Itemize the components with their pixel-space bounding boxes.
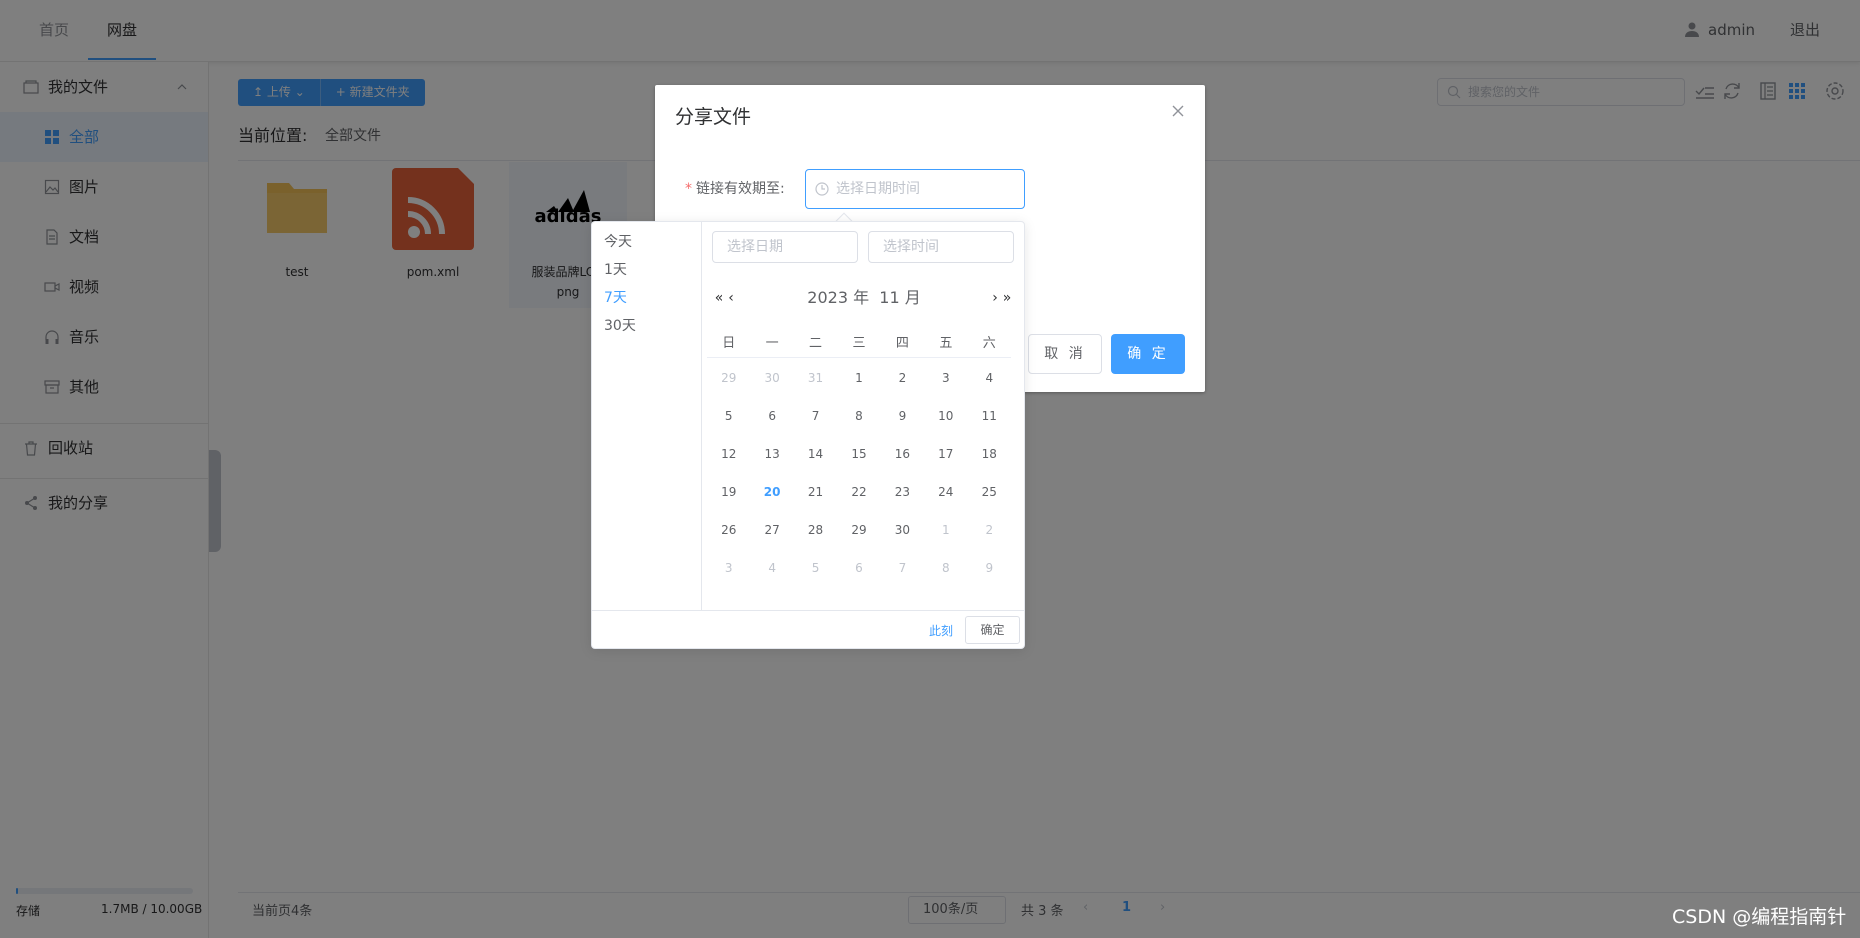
calendar-day[interactable]: 26	[707, 509, 750, 547]
close-icon[interactable]	[1169, 102, 1187, 120]
calendar-day[interactable]: 13	[750, 433, 793, 471]
calendar-day[interactable]: 25	[968, 471, 1011, 509]
picker-date-input[interactable]: 选择日期	[712, 231, 858, 263]
weekday-header: 一	[750, 327, 794, 358]
calendar-day[interactable]: 7	[794, 395, 837, 433]
picker-header: « ‹ 2023 年 11 月 › »	[702, 284, 1026, 312]
datetime-picker-panel: 今天 1天 7天 30天 选择日期 选择时间 « ‹ 2023 年 11 月 ›…	[591, 221, 1025, 649]
shortcut-30-days[interactable]: 30天	[604, 316, 636, 336]
calendar-day[interactable]: 29	[707, 357, 750, 395]
week-row: 26 27 28 29 30 1 2	[707, 509, 1011, 547]
calendar-day[interactable]: 23	[881, 471, 924, 509]
calendar-day[interactable]: 21	[794, 471, 837, 509]
confirm-button[interactable]: 确 定	[1111, 334, 1185, 374]
picker-time-input[interactable]: 选择时间	[868, 231, 1014, 263]
calendar-day[interactable]: 2	[968, 509, 1011, 547]
picker-time-placeholder: 选择时间	[883, 239, 939, 255]
shortcut-1-day[interactable]: 1天	[604, 260, 627, 280]
calendar-day[interactable]: 6	[750, 395, 793, 433]
calendar-day[interactable]: 27	[750, 509, 793, 547]
calendar-day[interactable]: 6	[837, 547, 880, 585]
picker-month-title: 2023 年 11 月	[702, 284, 1026, 312]
weekday-header: 日	[707, 327, 751, 358]
week-row: 12 13 14 15 16 17 18	[707, 433, 1011, 471]
calendar-day[interactable]: 30	[750, 357, 793, 395]
calendar-day[interactable]: 3	[707, 547, 750, 585]
cancel-button[interactable]: 取 消	[1028, 334, 1102, 374]
calendar-day[interactable]: 4	[968, 357, 1011, 395]
clock-icon	[815, 182, 829, 196]
calendar-day[interactable]: 4	[750, 547, 793, 585]
picker-shortcuts: 今天 1天 7天 30天	[592, 222, 702, 610]
weekday-header: 四	[880, 327, 925, 358]
calendar-day[interactable]: 24	[924, 471, 967, 509]
expiry-label-text: 链接有效期至:	[696, 181, 785, 197]
week-row: 29 30 31 1 2 3 4	[707, 357, 1011, 395]
calendar-day[interactable]: 19	[707, 471, 750, 509]
weekday-header: 六	[967, 327, 1011, 358]
calendar-day[interactable]: 15	[837, 433, 880, 471]
picker-confirm-button[interactable]: 确定	[965, 616, 1020, 644]
calendar-day[interactable]: 1	[837, 357, 880, 395]
weekday-header: 五	[924, 327, 968, 358]
date-placeholder: 选择日期时间	[836, 181, 920, 197]
weekday-row: 日 一 二 三 四 五 六	[707, 327, 1011, 358]
weekday-header: 三	[837, 327, 881, 358]
now-button[interactable]: 此刻	[929, 621, 953, 641]
calendar-day[interactable]: 30	[881, 509, 924, 547]
calendar-day-today[interactable]: 20	[750, 471, 793, 509]
week-row: 5 6 7 8 9 10 11	[707, 395, 1011, 433]
calendar-day[interactable]: 29	[837, 509, 880, 547]
shortcut-today[interactable]: 今天	[604, 232, 632, 252]
expiry-datetime-input[interactable]: 选择日期时间	[805, 169, 1025, 209]
calendar-day[interactable]: 31	[794, 357, 837, 395]
calendar-day[interactable]: 17	[924, 433, 967, 471]
calendar-day[interactable]: 5	[794, 547, 837, 585]
calendar-day[interactable]: 7	[881, 547, 924, 585]
calendar-day[interactable]: 1	[924, 509, 967, 547]
expiry-field-label: * 链接有效期至:	[685, 179, 785, 199]
calendar-day[interactable]: 14	[794, 433, 837, 471]
month-label[interactable]: 11 月	[879, 288, 920, 307]
calendar-day[interactable]: 5	[707, 395, 750, 433]
calendar-day[interactable]: 28	[794, 509, 837, 547]
calendar-day[interactable]: 12	[707, 433, 750, 471]
required-asterisk: *	[685, 181, 692, 197]
shortcut-7-days[interactable]: 7天	[604, 288, 627, 308]
calendar-day[interactable]: 9	[881, 395, 924, 433]
calendar-day[interactable]: 9	[968, 547, 1011, 585]
calendar-day[interactable]: 8	[837, 395, 880, 433]
calendar-day[interactable]: 18	[968, 433, 1011, 471]
week-row: 19 20 21 22 23 24 25	[707, 471, 1011, 509]
calendar-day[interactable]: 2	[881, 357, 924, 395]
calendar-day[interactable]: 22	[837, 471, 880, 509]
picker-date-placeholder: 选择日期	[727, 239, 783, 255]
calendar-day[interactable]: 16	[881, 433, 924, 471]
picker-footer: 此刻 确定	[592, 610, 1024, 649]
year-label[interactable]: 2023 年	[807, 288, 869, 307]
watermark: CSDN @编程指南针	[1672, 906, 1847, 928]
calendar-day[interactable]: 10	[924, 395, 967, 433]
dialog-title: 分享文件	[675, 106, 752, 128]
calendar-day[interactable]: 3	[924, 357, 967, 395]
weekday-header: 二	[793, 327, 838, 358]
calendar-grid: 日 一 二 三 四 五 六 29 30 31 1 2 3 4 5 6 7 8 9…	[707, 327, 1011, 585]
calendar-day[interactable]: 8	[924, 547, 967, 585]
calendar-day[interactable]: 11	[968, 395, 1011, 433]
next-year-icon[interactable]: »	[1000, 284, 1014, 312]
week-row: 3 4 5 6 7 8 9	[707, 547, 1011, 585]
